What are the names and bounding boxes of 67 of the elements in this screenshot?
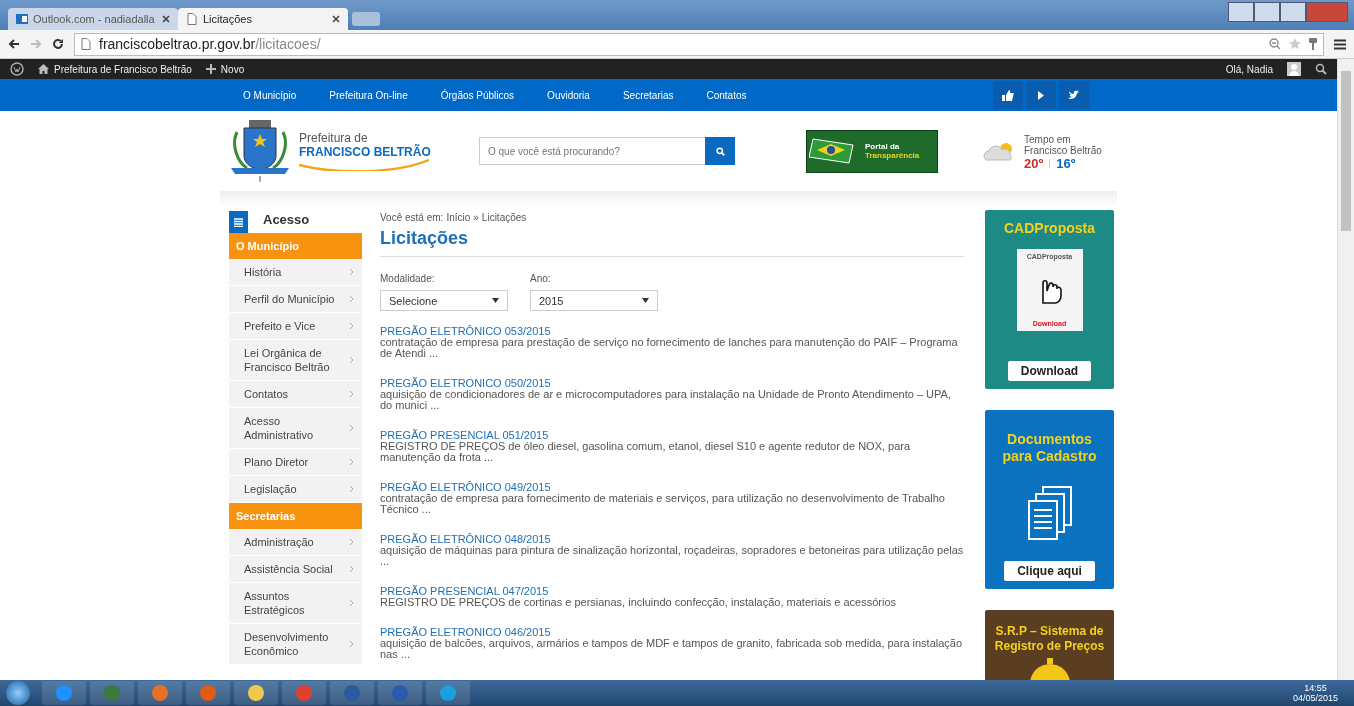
sidebar-item[interactable]: Acesso Administrativo — [229, 408, 362, 449]
promo-banner[interactable]: Documentos para Cadastro Clique aqui — [985, 410, 1114, 589]
greeting-link[interactable]: Olá, Nadia — [1225, 63, 1273, 75]
site-link[interactable]: Prefeitura de Francisco Beltrão — [38, 63, 192, 75]
sidebar-item[interactable]: História — [229, 259, 362, 286]
min-temperature: 16º — [1056, 157, 1076, 169]
page-title: Licitações — [380, 228, 470, 249]
logo-subtitle: Prefeitura de — [299, 131, 369, 145]
result-link[interactable]: PREGÃO PRESENCIAL 051/2015 — [380, 429, 964, 441]
search-field[interactable]: O que você está procurando? — [479, 137, 705, 165]
banner-button[interactable]: Download — [1007, 361, 1092, 381]
browser-tab[interactable]: Outlook.com - nadiadalla — [8, 8, 178, 30]
nav-link[interactable]: Ouvidoria — [547, 89, 590, 101]
sidebar-item[interactable]: Assuntos Estratégicos — [229, 583, 362, 624]
nav-link[interactable]: Secretarias — [622, 89, 674, 101]
portal-label: Portal da — [865, 142, 901, 151]
result-description: aquisição de condicionadores de ar e microcomputadores para instalação na Unidade de Pronto Atendimento – UPA, do munici ... — [380, 389, 952, 411]
nav-link[interactable]: Prefeitura On-line — [329, 89, 408, 101]
result-description: contratação de empresa para fornecimento de materiais e serviços, para utilização no desenvolvimento de Trabalho Técnico ... — [380, 493, 946, 515]
result-link[interactable]: PREGÃO PRESENCIAL 047/2015 — [380, 585, 964, 597]
sidebar-item[interactable]: Desenvolvimento Econômico — [229, 624, 362, 665]
banner-button[interactable]: Clique aqui — [1004, 560, 1095, 581]
nav-link[interactable]: Contatos — [706, 89, 747, 101]
clock-time: 14:55 — [1304, 683, 1327, 693]
breadcrumb-separator: » — [473, 212, 479, 223]
result-description: REGISTRO DE PREÇOS de óleo diesel, gasolina comum, etanol, diesel S10 e agente redutor de NOX, para manutenção da frota ... — [380, 441, 912, 463]
filter-dropdown[interactable]: 2015 — [530, 290, 658, 311]
breadcrumb-label: Você está em: — [380, 212, 444, 223]
sidebar-item[interactable]: Prefeito e Vice — [229, 313, 362, 340]
browser-tab[interactable]: Licitações — [178, 8, 348, 30]
filter-dropdown[interactable]: Selecione — [380, 290, 508, 311]
sidebar-item[interactable]: Legislação — [229, 476, 362, 503]
result-link[interactable]: PREGÃO ELETRÔNICO 049/2015 — [380, 481, 964, 493]
clock-date: 04/05/2015 — [1292, 693, 1338, 703]
logo-title: FRANCISCO BELTRÃO — [299, 145, 431, 159]
sidebar-item[interactable]: Contatos — [229, 381, 362, 408]
result-link[interactable]: PREGÃO ELETRÔNICO 048/2015 — [380, 533, 964, 545]
banner-title: CADProposta — [1003, 220, 1096, 237]
new-link[interactable]: Novo — [205, 63, 245, 75]
address-bar[interactable]: franciscobeltrao.pr.gov.br/licitacoes/ — [74, 32, 1324, 56]
nav-link[interactable]: O Município — [243, 89, 297, 101]
sidebar-item[interactable]: Assistência Social — [229, 556, 362, 583]
result-description: contratação de empresa para prestação de serviço no fornecimento de lanches para manutenção do PAIF – Programa de Atendi ... — [380, 337, 959, 359]
weather-city: Francisco Beltrão — [1024, 144, 1102, 156]
filter-label: Modalidade: — [380, 273, 436, 284]
nav-link[interactable]: Órgãos Públicos — [440, 89, 515, 101]
sidebar-item[interactable]: Lei Orgânica de Francisco Beltrão — [229, 340, 362, 381]
max-temperature: 20º — [1024, 157, 1044, 169]
banner-title: S.R.P – Sistema de Registro de Preços — [993, 624, 1106, 654]
result-link[interactable]: PREGÃO ELETRÔNICO 053/2015 — [380, 325, 964, 337]
result-link[interactable]: PREGÃO ELETRONICO 046/2015 — [380, 626, 964, 638]
filter-label: Ano: — [530, 273, 552, 284]
result-description: aquisição de balcões, arquivos, armários e tampos de MDF e tampos de granito, fabricada sob medida, para instalação nas ... — [380, 638, 964, 660]
portal-title: Transparência — [865, 151, 920, 160]
weather-label: Tempo em — [1024, 133, 1072, 145]
sidebar-item[interactable]: Plano Diretor — [229, 449, 362, 476]
promo-banner[interactable]: S.R.P – Sistema de Registro de Preços — [985, 610, 1114, 680]
sidebar-item[interactable]: Administração — [229, 529, 362, 556]
result-link[interactable]: PREGÃO ELETRONICO 050/2015 — [380, 377, 964, 389]
breadcrumb-link[interactable]: Início — [446, 212, 471, 223]
transparency-portal-banner[interactable]: Portal da Transparência — [806, 129, 938, 173]
breadcrumb-current: Licitações — [481, 212, 527, 223]
result-description: REGISTRO DE PREÇOS de cortinas e persianas, incluindo confecção, instalação, materiais e acessórios — [380, 597, 897, 608]
banner-title: Documentos para Cadastro — [1001, 430, 1098, 465]
sidebar-title: Acesso — [263, 212, 310, 227]
sidebar-item[interactable]: Perfil do Município — [229, 286, 362, 313]
result-description: aquisição de máquinas para pintura de sinalização horizontal, roçadeiras, sopradores e betoneiras para utilização pelas ... — [380, 545, 964, 567]
